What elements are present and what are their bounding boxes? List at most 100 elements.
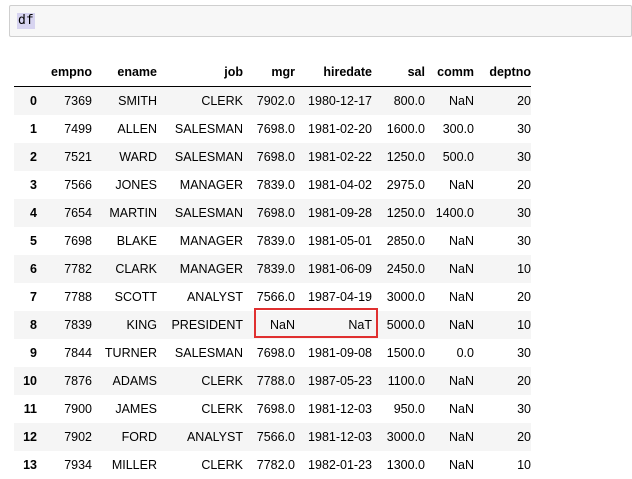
- cell-deptno: 20: [474, 423, 531, 451]
- table-row: 97844TURNERSALESMAN7698.01981-09-081500.…: [14, 339, 531, 367]
- column-header-hiredate: hiredate: [295, 58, 372, 87]
- table-row: 57698BLAKEMANAGER7839.01981-05-012850.0N…: [14, 227, 531, 255]
- cell-deptno: 30: [474, 199, 531, 227]
- cell-deptno: 20: [474, 87, 531, 116]
- cell-empno: 7499: [37, 115, 92, 143]
- cell-sal: 2975.0: [372, 171, 425, 199]
- code-text[interactable]: df: [17, 13, 35, 29]
- cell-mgr: 7566.0: [243, 423, 295, 451]
- cell-mgr: 7698.0: [243, 115, 295, 143]
- row-index: 13: [14, 451, 37, 479]
- cell-comm: 1400.0: [425, 199, 474, 227]
- cell-hiredate: 1987-04-19: [295, 283, 372, 311]
- cell-deptno: 10: [474, 451, 531, 479]
- cell-sal: 950.0: [372, 395, 425, 423]
- code-input-cell[interactable]: df: [9, 5, 632, 37]
- cell-mgr: 7698.0: [243, 143, 295, 171]
- cell-hiredate: 1981-05-01: [295, 227, 372, 255]
- cell-comm: 0.0: [425, 339, 474, 367]
- cell-comm: NaN: [425, 283, 474, 311]
- table-row: 67782CLARKMANAGER7839.01981-06-092450.0N…: [14, 255, 531, 283]
- table-row: 17499ALLENSALESMAN7698.01981-02-201600.0…: [14, 115, 531, 143]
- cell-job: SALESMAN: [157, 143, 243, 171]
- cell-mgr: 7698.0: [243, 199, 295, 227]
- cell-empno: 7369: [37, 87, 92, 116]
- cell-comm: NaN: [425, 171, 474, 199]
- row-index: 9: [14, 339, 37, 367]
- cell-job: MANAGER: [157, 255, 243, 283]
- cell-deptno: 30: [474, 339, 531, 367]
- cell-job: ANALYST: [157, 283, 243, 311]
- cell-comm: NaN: [425, 227, 474, 255]
- cell-comm: 500.0: [425, 143, 474, 171]
- cell-mgr: 7839.0: [243, 171, 295, 199]
- column-header-mgr: mgr: [243, 58, 295, 87]
- cell-deptno: 30: [474, 227, 531, 255]
- cell-job: SALESMAN: [157, 199, 243, 227]
- table-row: 47654MARTINSALESMAN7698.01981-09-281250.…: [14, 199, 531, 227]
- cell-mgr: 7839.0: [243, 255, 295, 283]
- row-index: 0: [14, 87, 37, 116]
- cell-job: MANAGER: [157, 227, 243, 255]
- cell-job: SALESMAN: [157, 339, 243, 367]
- cell-empno: 7902: [37, 423, 92, 451]
- cell-comm: NaN: [425, 367, 474, 395]
- row-index: 11: [14, 395, 37, 423]
- table-header-row: empnoenamejobmgrhiredatesalcommdeptno: [14, 58, 531, 87]
- table-row: 27521WARDSALESMAN7698.01981-02-221250.05…: [14, 143, 531, 171]
- cell-mgr: NaN: [243, 311, 295, 339]
- cell-job: CLERK: [157, 395, 243, 423]
- cell-job: SALESMAN: [157, 115, 243, 143]
- cell-ename: KING: [92, 311, 157, 339]
- row-index: 3: [14, 171, 37, 199]
- cell-empno: 7698: [37, 227, 92, 255]
- cell-deptno: 10: [474, 311, 531, 339]
- cell-job: CLERK: [157, 87, 243, 116]
- cell-comm: NaN: [425, 395, 474, 423]
- cell-ename: FORD: [92, 423, 157, 451]
- cell-sal: 1100.0: [372, 367, 425, 395]
- table-row: 107876ADAMSCLERK7788.01987-05-231100.0Na…: [14, 367, 531, 395]
- table-row: 117900JAMESCLERK7698.01981-12-03950.0NaN…: [14, 395, 531, 423]
- row-index: 12: [14, 423, 37, 451]
- cell-mgr: 7839.0: [243, 227, 295, 255]
- cell-empno: 7782: [37, 255, 92, 283]
- cell-ename: MARTIN: [92, 199, 157, 227]
- cell-sal: 1300.0: [372, 451, 425, 479]
- cell-deptno: 30: [474, 395, 531, 423]
- cell-ename: SCOTT: [92, 283, 157, 311]
- cell-job: ANALYST: [157, 423, 243, 451]
- cell-sal: 3000.0: [372, 283, 425, 311]
- cell-empno: 7934: [37, 451, 92, 479]
- column-header-deptno: deptno: [474, 58, 531, 87]
- cell-mgr: 7902.0: [243, 87, 295, 116]
- cell-empno: 7839: [37, 311, 92, 339]
- column-header-index: [14, 58, 37, 87]
- table-row: 77788SCOTTANALYST7566.01987-04-193000.0N…: [14, 283, 531, 311]
- cell-hiredate: 1981-02-20: [295, 115, 372, 143]
- cell-ename: JAMES: [92, 395, 157, 423]
- cell-sal: 5000.0: [372, 311, 425, 339]
- table-row: 87839KINGPRESIDENTNaNNaT5000.0NaN10: [14, 311, 531, 339]
- cell-empno: 7566: [37, 171, 92, 199]
- cell-sal: 1250.0: [372, 199, 425, 227]
- cell-ename: CLARK: [92, 255, 157, 283]
- row-index: 8: [14, 311, 37, 339]
- cell-comm: 300.0: [425, 115, 474, 143]
- cell-mgr: 7698.0: [243, 395, 295, 423]
- cell-empno: 7900: [37, 395, 92, 423]
- cell-job: MANAGER: [157, 171, 243, 199]
- cell-deptno: 30: [474, 115, 531, 143]
- row-index: 10: [14, 367, 37, 395]
- cell-hiredate: 1981-09-28: [295, 199, 372, 227]
- cell-deptno: 20: [474, 283, 531, 311]
- cell-ename: BLAKE: [92, 227, 157, 255]
- cell-job: PRESIDENT: [157, 311, 243, 339]
- cell-sal: 3000.0: [372, 423, 425, 451]
- cell-mgr: 7566.0: [243, 283, 295, 311]
- cell-ename: SMITH: [92, 87, 157, 116]
- cell-ename: WARD: [92, 143, 157, 171]
- cell-empno: 7788: [37, 283, 92, 311]
- cell-ename: ADAMS: [92, 367, 157, 395]
- row-index: 5: [14, 227, 37, 255]
